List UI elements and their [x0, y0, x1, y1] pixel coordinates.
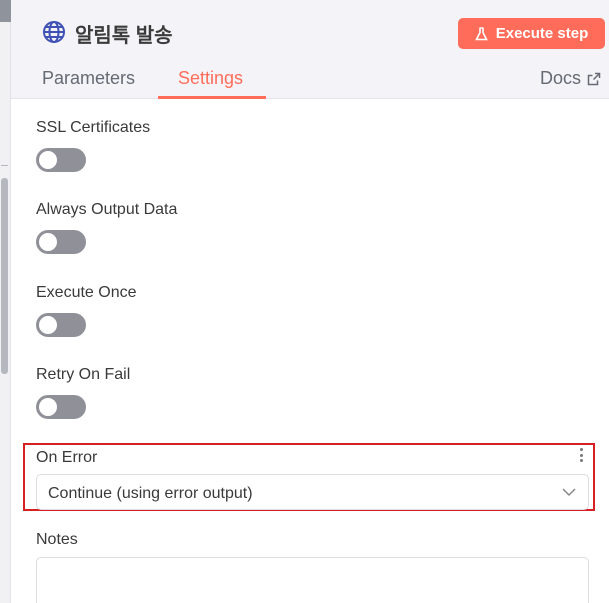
retry-on-fail-toggle[interactable] — [36, 395, 86, 419]
always-output-data-toggle[interactable] — [36, 230, 86, 254]
docs-link[interactable]: Docs — [540, 68, 601, 89]
canvas-edge-block — [0, 0, 11, 22]
toggle-knob — [39, 398, 57, 416]
flask-icon — [474, 26, 488, 40]
execute-once-label: Execute Once — [36, 284, 137, 301]
kebab-menu-icon[interactable] — [577, 448, 585, 462]
toggle-knob — [39, 233, 57, 251]
canvas-edge — [0, 0, 11, 603]
chevron-down-icon — [562, 488, 576, 497]
tab-parameters[interactable]: Parameters — [42, 68, 135, 89]
active-tab-indicator — [158, 96, 266, 99]
ssl-certificates-toggle[interactable] — [36, 148, 86, 172]
on-error-selected-value: Continue (using error output) — [48, 485, 253, 502]
scrollbar-thumb[interactable] — [1, 178, 8, 374]
retry-on-fail-label: Retry On Fail — [36, 366, 131, 383]
on-error-label: On Error — [36, 449, 98, 466]
notes-textarea[interactable] — [36, 557, 589, 603]
notes-label: Notes — [36, 531, 78, 548]
toggle-knob — [39, 151, 57, 169]
tab-settings[interactable]: Settings — [178, 68, 243, 89]
ssl-certificates-label: SSL Certificates — [36, 119, 151, 136]
docs-label: Docs — [540, 68, 582, 88]
execute-once-toggle[interactable] — [36, 313, 86, 337]
node-title: 알림톡 발송 — [75, 25, 173, 47]
globe-icon — [43, 21, 65, 43]
always-output-data-label: Always Output Data — [36, 201, 178, 218]
execute-step-label: Execute step — [495, 25, 589, 42]
node-header: 알림톡 발송 Execute step Parameters Settings … — [11, 0, 609, 99]
execute-step-button[interactable]: Execute step — [458, 18, 605, 49]
toggle-knob — [39, 316, 57, 334]
external-link-icon — [587, 72, 601, 85]
on-error-select[interactable]: Continue (using error output) — [36, 474, 589, 510]
scroll-mark — [1, 165, 8, 171]
